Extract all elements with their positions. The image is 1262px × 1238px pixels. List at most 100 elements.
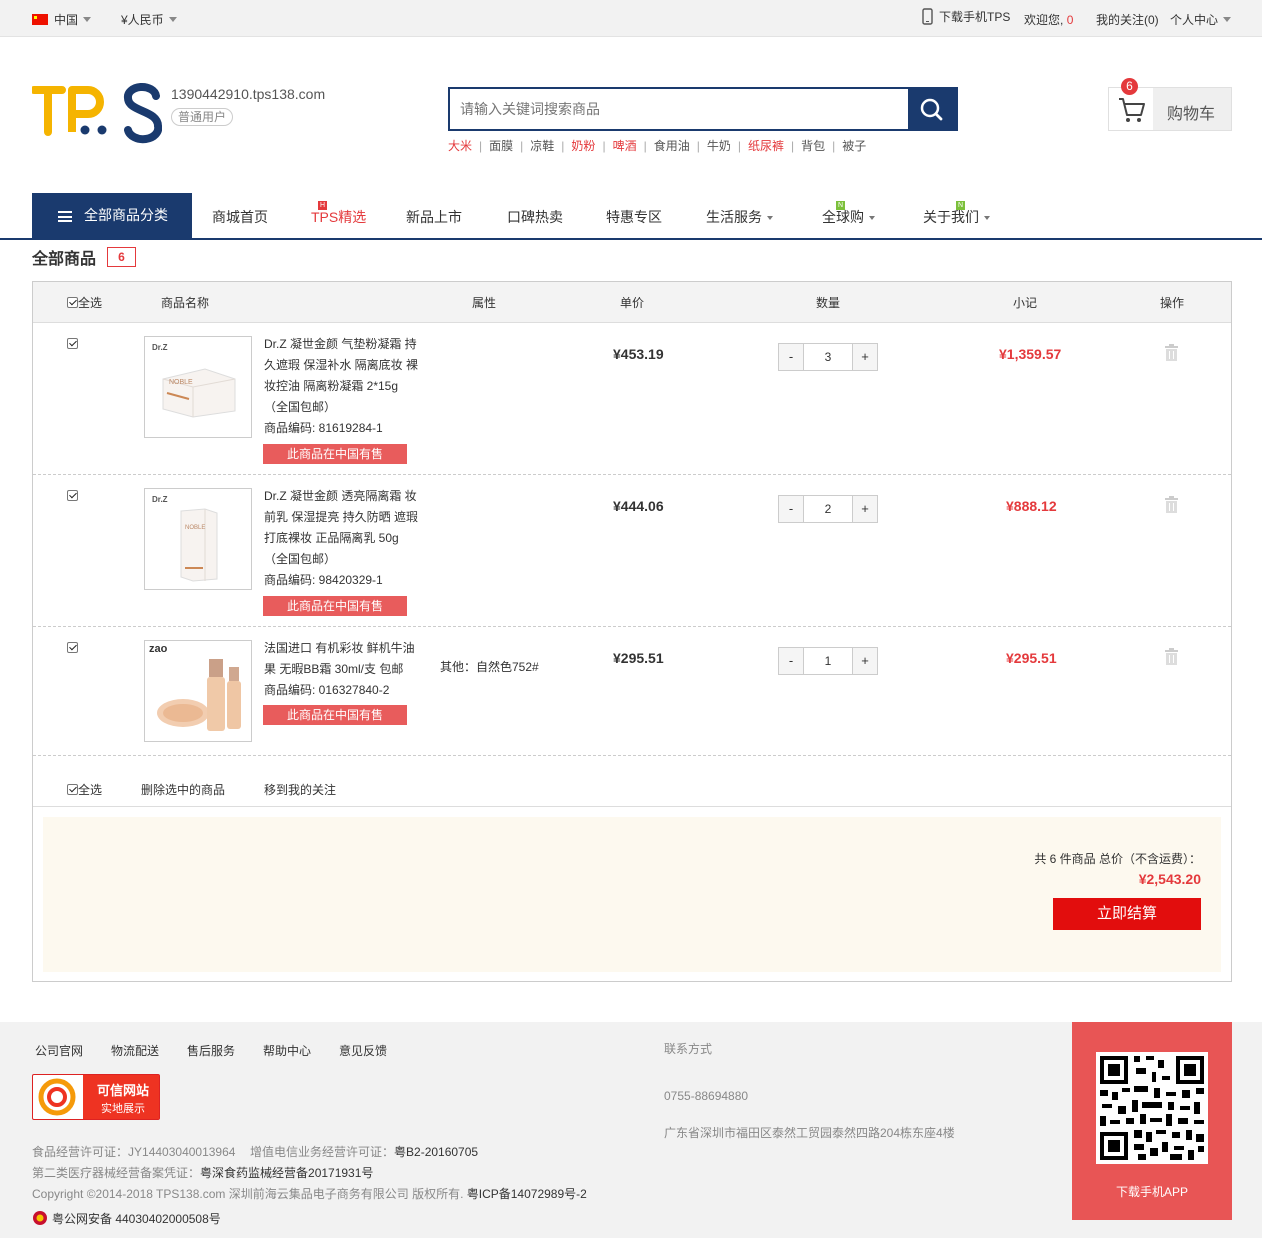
hot-word[interactable]: 食用油 bbox=[654, 139, 690, 153]
message-count[interactable]: 0 bbox=[1067, 13, 1074, 27]
hot-word[interactable]: 被子 bbox=[842, 139, 866, 153]
hot-word[interactable]: 凉鞋 bbox=[530, 139, 554, 153]
cart-button[interactable]: 6 购物车 bbox=[1108, 78, 1232, 131]
new-tag-icon: N bbox=[956, 201, 965, 210]
product-box-text: NOBLE bbox=[169, 379, 193, 386]
product-name[interactable]: Dr.Z 凝世金颜 气垫粉凝霜 持久遮瑕 保湿补水 隔离底妆 裸妆控油 隔离粉凝… bbox=[264, 334, 424, 439]
checkbox-icon[interactable] bbox=[67, 297, 78, 308]
police-record[interactable]: 粤公网安备 44030402000508号 bbox=[32, 1210, 221, 1227]
in-stock-badge: 此商品在中国有售 bbox=[263, 705, 407, 725]
item-checkbox[interactable] bbox=[67, 642, 78, 653]
product-image[interactable]: Dr.Z NOBLE bbox=[144, 488, 252, 590]
cart-row: Dr.Z NOBLE Dr.Z 凝世金颜 透亮隔离霜 妆前乳 保湿提亮 持久防晒… bbox=[33, 475, 1231, 627]
cart-actions-bar: 全选 删除选中的商品 移到我的关注 bbox=[33, 756, 1231, 807]
license-line-1: 食品经营许可证：JY14403040013964 bbox=[32, 1143, 235, 1160]
download-app-link[interactable]: 下载手机TPS bbox=[922, 8, 1010, 25]
product-name[interactable]: Dr.Z 凝世金颜 透亮隔离霜 妆前乳 保湿提亮 持久防晒 遮瑕打底裸妆 正品隔… bbox=[264, 486, 424, 591]
footer: 公司官网 物流配送 售后服务 帮助中心 意见反馈 可信网站 实地展示 食品经营许… bbox=[0, 1022, 1262, 1238]
new-tag-icon: N bbox=[836, 201, 845, 210]
product-image[interactable]: zao bbox=[144, 640, 252, 742]
main-nav: 全部商品分类 商城首页 H TPS精选 新品上市 口碑热卖 特惠专区 生活服务 N… bbox=[0, 193, 1262, 240]
select-all-label: 全选 bbox=[78, 296, 103, 310]
nav-item-life-service[interactable]: 生活服务 bbox=[706, 207, 773, 227]
top-bar: 中国 ¥人民币 下载手机TPS 欢迎您, 0 我的关注(0) 个人中心 bbox=[0, 0, 1262, 37]
decrease-button[interactable]: - bbox=[779, 496, 804, 522]
nav-item-deals[interactable]: 特惠专区 bbox=[606, 207, 662, 227]
footer-link-logistics[interactable]: 物流配送 bbox=[111, 1042, 159, 1059]
item-checkbox[interactable] bbox=[67, 338, 78, 349]
tps-logo[interactable] bbox=[32, 82, 162, 144]
trash-icon[interactable] bbox=[1164, 496, 1179, 513]
qr-code-icon[interactable] bbox=[1096, 1052, 1208, 1164]
hot-word[interactable]: 背包 bbox=[801, 139, 825, 153]
quantity-input[interactable]: 2 bbox=[805, 496, 851, 522]
product-box-illustration bbox=[180, 508, 218, 582]
hot-word[interactable]: 面膜 bbox=[489, 139, 513, 153]
nav-item-tps-select[interactable]: H TPS精选 bbox=[311, 201, 366, 227]
trash-icon[interactable] bbox=[1164, 344, 1179, 361]
cart-row: Dr.Z NOBLE Dr.Z 凝世金颜 气垫粉凝霜 持久遮瑕 保湿补水 隔离底… bbox=[33, 323, 1231, 475]
hot-word[interactable]: 奶粉 bbox=[571, 139, 595, 153]
currency-selector[interactable]: ¥人民币 bbox=[121, 11, 177, 28]
product-name-text: Dr.Z 凝世金颜 透亮隔离霜 妆前乳 保湿提亮 持久防晒 遮瑕打底裸妆 正品隔… bbox=[264, 489, 419, 566]
chevron-down-icon bbox=[1223, 17, 1232, 22]
hot-word[interactable]: 牛奶 bbox=[707, 139, 731, 153]
country-selector[interactable]: 中国 bbox=[32, 11, 92, 28]
search-button[interactable] bbox=[908, 89, 956, 129]
hot-tag-icon: H bbox=[318, 201, 327, 210]
my-follow-link[interactable]: 我的关注(0) bbox=[1096, 11, 1159, 28]
nav-item-global[interactable]: N 全球购 bbox=[822, 201, 875, 227]
license-label: 第二类医疗器械经营备案凭证： bbox=[32, 1166, 201, 1180]
nav-item-home[interactable]: 商城首页 bbox=[212, 207, 268, 227]
download-label: 下载手机TPS bbox=[939, 10, 1011, 24]
police-text: 粤公网安备 44030402000508号 bbox=[52, 1212, 221, 1226]
footer-link-company[interactable]: 公司官网 bbox=[35, 1042, 83, 1059]
license-value: JY14403040013964 bbox=[128, 1145, 236, 1159]
checkbox-icon[interactable] bbox=[67, 784, 78, 795]
decrease-button[interactable]: - bbox=[779, 344, 804, 370]
checkout-button[interactable]: 立即结算 bbox=[1053, 898, 1201, 930]
hot-word[interactable]: 纸尿裤 bbox=[748, 139, 784, 153]
hot-word[interactable]: 啤酒 bbox=[613, 139, 637, 153]
footer-link-after-sales[interactable]: 售后服务 bbox=[187, 1042, 235, 1059]
chevron-down-icon bbox=[83, 17, 92, 22]
hot-word[interactable]: 大米 bbox=[448, 139, 472, 153]
item-checkbox[interactable] bbox=[67, 490, 78, 501]
cart-count-badge: 6 bbox=[1121, 78, 1138, 95]
select-all-footer[interactable]: 全选 bbox=[67, 781, 102, 798]
decrease-button[interactable]: - bbox=[779, 648, 804, 674]
icp-number[interactable]: 粤ICP备14072989号-2 bbox=[467, 1187, 587, 1201]
country-label: 中国 bbox=[54, 13, 79, 27]
quantity-stepper: - 3 + bbox=[778, 343, 878, 371]
footer-link-help[interactable]: 帮助中心 bbox=[263, 1042, 311, 1059]
trash-icon[interactable] bbox=[1164, 648, 1179, 665]
move-to-follow-link[interactable]: 移到我的关注 bbox=[264, 781, 336, 798]
footer-link-feedback[interactable]: 意见反馈 bbox=[339, 1042, 387, 1059]
quantity-input[interactable]: 3 bbox=[805, 344, 851, 370]
increase-button[interactable]: + bbox=[852, 344, 877, 370]
column-header-subtotal: 小记 bbox=[1013, 296, 1038, 310]
app-download-panel: 下载手机APP bbox=[1072, 1022, 1232, 1220]
cart-icon-box: 6 bbox=[1109, 78, 1153, 130]
delete-selected-link[interactable]: 删除选中的商品 bbox=[141, 781, 225, 798]
search-input[interactable] bbox=[450, 89, 908, 129]
select-all-header[interactable]: 全选 bbox=[67, 294, 102, 311]
nav-item-about[interactable]: N 关于我们 bbox=[923, 201, 990, 227]
cart-label: 购物车 bbox=[1167, 106, 1216, 123]
product-image[interactable]: Dr.Z NOBLE bbox=[144, 336, 252, 438]
trusted-site-badge[interactable]: 可信网站 实地展示 bbox=[32, 1074, 160, 1120]
user-center-menu[interactable]: 个人中心 bbox=[1170, 11, 1232, 28]
cart-table: 全选 商品名称 属性 单价 数量 小记 操作 Dr.Z NOBLE Dr.Z 凝… bbox=[32, 281, 1232, 982]
unit-price: ¥444.06 bbox=[613, 498, 664, 514]
user-center-label: 个人中心 bbox=[1170, 13, 1219, 27]
nav-item-new[interactable]: 新品上市 bbox=[406, 207, 462, 227]
product-name[interactable]: 法国进口 有机彩妆 鲜机牛油果 无暇BB霜 30ml/支 包邮 商品编码: 016… bbox=[264, 638, 424, 701]
all-categories-button[interactable]: 全部商品分类 bbox=[32, 193, 192, 238]
nav-item-popular[interactable]: 口碑热卖 bbox=[507, 207, 563, 227]
increase-button[interactable]: + bbox=[852, 648, 877, 674]
column-header-qty: 数量 bbox=[816, 296, 841, 310]
quantity-input[interactable]: 1 bbox=[805, 648, 851, 674]
increase-button[interactable]: + bbox=[852, 496, 877, 522]
chevron-down-icon bbox=[767, 216, 773, 220]
subtotal: ¥295.51 bbox=[1006, 650, 1057, 666]
